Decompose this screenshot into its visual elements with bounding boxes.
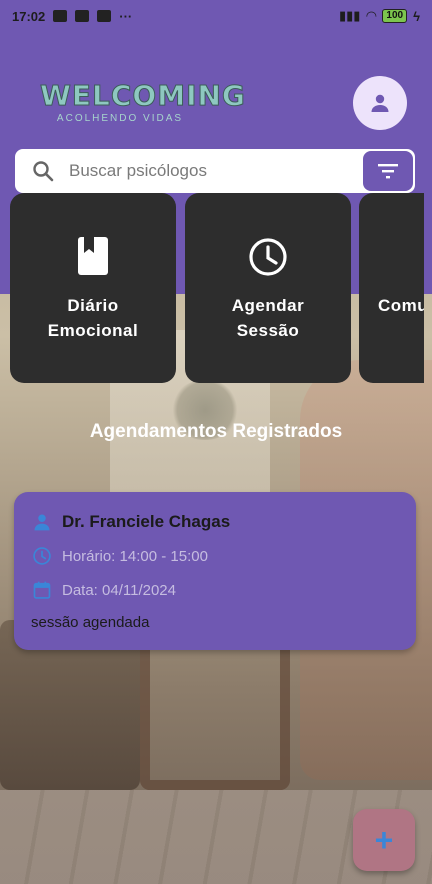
filter-icon bbox=[378, 164, 398, 179]
search-icon bbox=[33, 161, 54, 182]
linkedin-icon bbox=[53, 10, 68, 22]
plus-icon: + bbox=[374, 822, 394, 858]
calendar-icon bbox=[33, 581, 51, 599]
cat-icon bbox=[75, 10, 90, 22]
filter-button[interactable] bbox=[363, 151, 413, 191]
logo-subtitle: ACOLHENDO VIDAS bbox=[56, 113, 184, 124]
signal-icon: ▮▮▮ bbox=[338, 8, 361, 23]
wifi-icon: ◠ bbox=[366, 8, 377, 23]
quick-actions-carousel[interactable]: Diário Emocional Agendar Sessão Comu Su bbox=[10, 193, 424, 385]
appointment-card[interactable]: Dr. Franciele Chagas Horário: 14:00 - 15… bbox=[14, 492, 416, 650]
section-title: Agendamentos Registrados bbox=[89, 421, 343, 442]
card-schedule-session[interactable]: Agendar Sessão bbox=[185, 193, 351, 383]
card-label-line2: Emocional bbox=[47, 321, 139, 340]
more-dots-icon: ··· bbox=[119, 8, 133, 24]
card-community[interactable]: Comu Su bbox=[359, 193, 424, 383]
app-logo: WELCOMING ACOLHENDO VIDAS bbox=[40, 79, 246, 124]
search-bar bbox=[15, 149, 415, 193]
group-icon bbox=[422, 237, 424, 277]
appointment-status: sessão agendada bbox=[31, 614, 150, 631]
person-icon bbox=[371, 94, 389, 112]
clock-icon bbox=[249, 238, 287, 276]
logo-title: WELCOMING bbox=[40, 79, 246, 112]
card-label-line2: Sessão bbox=[236, 321, 300, 340]
appointment-date: Data: 04/11/2024 bbox=[62, 581, 176, 599]
charging-icon: ϟ bbox=[413, 8, 420, 24]
appointment-time: Horário: 14:00 - 15:00 bbox=[62, 547, 208, 565]
card-label-line1: Diário bbox=[67, 296, 119, 315]
status-bar: 17:02 ··· ▮▮▮ ◠ 100 ϟ bbox=[0, 0, 432, 32]
person-icon bbox=[34, 514, 50, 531]
book-icon bbox=[78, 237, 108, 275]
card-label-line1: Comu bbox=[378, 296, 424, 315]
psychologist-name: Dr. Franciele Chagas bbox=[62, 512, 231, 531]
search-input[interactable] bbox=[69, 161, 339, 181]
status-time: 17:02 bbox=[12, 8, 46, 24]
profile-avatar-button[interactable] bbox=[353, 76, 407, 130]
notification-icon bbox=[97, 10, 112, 22]
card-label-line2: Su bbox=[378, 318, 424, 343]
battery-icon: 100 bbox=[382, 9, 408, 23]
card-emotional-diary[interactable]: Diário Emocional bbox=[10, 193, 176, 383]
card-label-line1: Agendar bbox=[231, 296, 305, 315]
clock-icon bbox=[33, 547, 51, 565]
add-appointment-button[interactable]: + bbox=[353, 809, 415, 871]
